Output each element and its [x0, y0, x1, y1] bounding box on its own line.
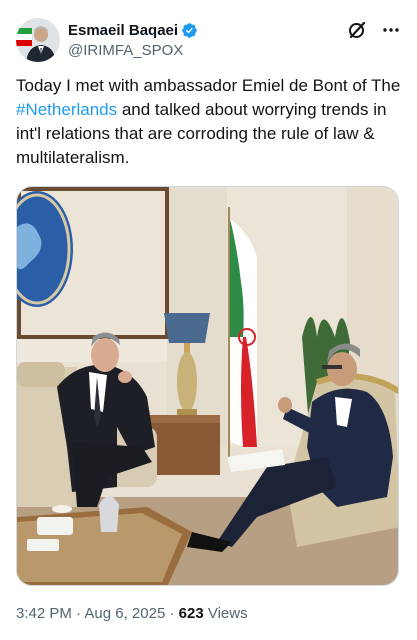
hashtag-link[interactable]: #Netherlands	[16, 100, 117, 119]
tweet-time[interactable]: 3:42 PM	[16, 605, 72, 622]
views-count[interactable]: 623	[179, 605, 204, 622]
more-dots-icon[interactable]	[381, 20, 401, 40]
tweet-date[interactable]: Aug 6, 2025	[84, 605, 165, 622]
header-actions	[347, 20, 401, 40]
tweet-header: Esmaeil Baqaei @IRIMFA_SPOX	[16, 16, 401, 64]
avatar[interactable]	[16, 18, 60, 62]
tweet-text-part: Today I met with ambassador Emiel de Bon…	[16, 76, 401, 95]
meta-separator: ·	[165, 605, 179, 622]
meeting-photo	[17, 187, 398, 585]
grok-slash-icon[interactable]	[347, 20, 367, 40]
views-label: Views	[203, 605, 248, 622]
display-name[interactable]: Esmaeil Baqaei	[68, 22, 178, 39]
author-names: Esmaeil Baqaei @IRIMFA_SPOX	[68, 20, 198, 59]
tweet-text: Today I met with ambassador Emiel de Bon…	[16, 74, 406, 170]
tweet-photo[interactable]	[16, 186, 399, 586]
profile-avatar-image	[16, 18, 60, 62]
tweet-meta: 3:42 PM · Aug 6, 2025 · 623 Views	[16, 605, 248, 622]
verified-badge-icon	[182, 22, 197, 38]
meta-separator: ·	[71, 605, 85, 622]
tweet-card: Esmaeil Baqaei @IRIMFA_SPOX Today I met …	[0, 0, 417, 640]
display-name-row: Esmaeil Baqaei	[68, 20, 198, 40]
handle[interactable]: @IRIMFA_SPOX	[68, 42, 198, 59]
